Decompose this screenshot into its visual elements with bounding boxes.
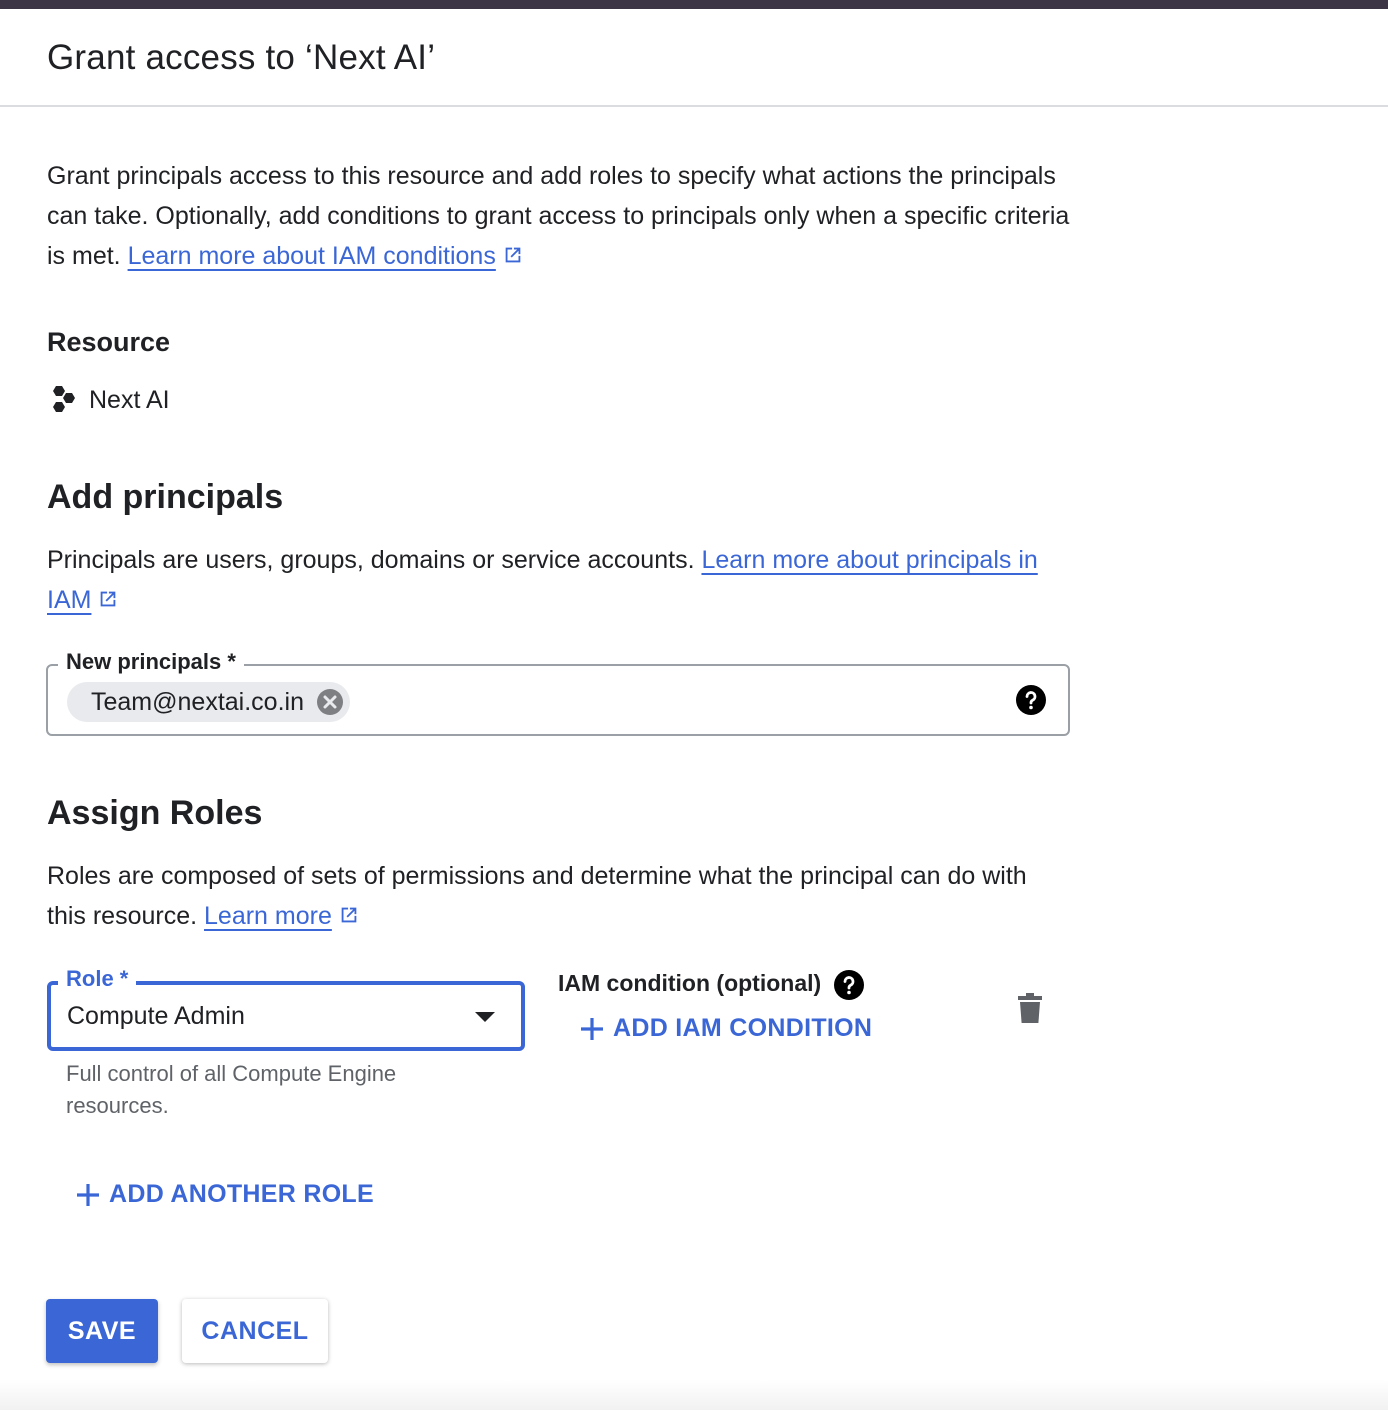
learn-iam-conditions-label: Learn more about IAM conditions (127, 242, 496, 270)
help-icon[interactable] (1016, 685, 1046, 715)
role-select-value: Compute Admin (67, 1002, 245, 1030)
save-button[interactable]: SAVE (46, 1299, 158, 1363)
add-iam-condition-button[interactable]: ADD IAM CONDITION (579, 1014, 872, 1043)
roles-paragraph: Roles are composed of sets of permission… (47, 856, 1047, 936)
intro-paragraph: Grant principals access to this resource… (47, 156, 1077, 276)
external-link-icon (505, 247, 521, 263)
learn-iam-conditions-link[interactable]: Learn more about IAM conditions (128, 242, 524, 270)
resource-name: Next AI (89, 385, 170, 414)
principal-chip: Team@nextai.co.in (67, 682, 350, 722)
plus-icon (581, 1017, 603, 1040)
principals-text: Principals are users, groups, domains or… (47, 546, 695, 574)
roles-text: Roles are composed of sets of permission… (47, 862, 1027, 930)
assign-roles-heading: Assign Roles (47, 794, 263, 832)
resource-heading: Resource (47, 327, 171, 357)
learn-more-roles-link[interactable]: Learn more (204, 902, 360, 930)
iam-condition-label: IAM condition (optional) (558, 970, 822, 996)
add-another-role-label: ADD ANOTHER ROLE (109, 1180, 374, 1208)
principal-chip-label: Team@nextai.co.in (91, 687, 304, 716)
window-top-bar (0, 0, 1388, 9)
learn-more-roles-label: Learn more (204, 902, 332, 930)
external-link-icon (341, 907, 357, 923)
add-principals-heading: Add principals (47, 478, 284, 516)
dialog-header: Grant access to ‘Next AI’ (0, 9, 1388, 107)
cancel-button[interactable]: CANCEL (182, 1299, 328, 1363)
remove-chip-icon[interactable] (316, 688, 344, 716)
principals-paragraph: Principals are users, groups, domains or… (47, 540, 1077, 620)
dropdown-arrow-icon (475, 1012, 495, 1022)
add-another-role-button[interactable]: ADD ANOTHER ROLE (75, 1180, 374, 1209)
role-description: Full control of all Compute Engine resou… (66, 1061, 397, 1118)
new-principals-label: New principals * (58, 649, 244, 675)
delete-icon[interactable] (1017, 993, 1043, 1023)
external-link-icon (101, 591, 116, 607)
page-title: Grant access to ‘Next AI’ (47, 38, 436, 77)
role-select-label: Role * (58, 966, 137, 992)
plus-icon (77, 1183, 99, 1206)
bottom-edge (0, 1380, 1388, 1410)
project-hexagons-icon (53, 386, 75, 412)
help-icon[interactable] (834, 970, 864, 1000)
add-iam-condition-label: ADD IAM CONDITION (613, 1014, 873, 1042)
resource-item: Next AI (47, 383, 170, 417)
